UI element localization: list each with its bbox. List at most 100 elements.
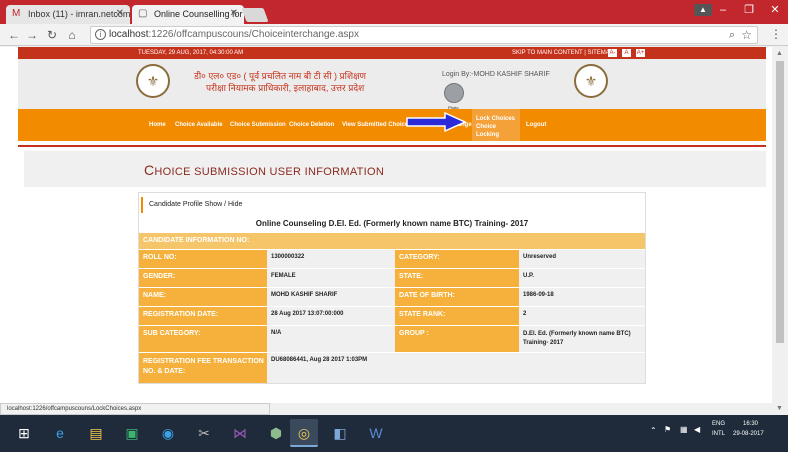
tray-flag-icon[interactable]: ⚑ bbox=[664, 425, 671, 434]
visual-studio-icon[interactable]: ⋈ bbox=[226, 419, 254, 447]
url-path: :1226/offcampuscouns/Choiceinterchange.a… bbox=[148, 29, 359, 40]
tab-online-counselling[interactable]: ▢ Online Counselling for B ✕ bbox=[132, 5, 244, 24]
site-header: ⚜ डी० एल० एड० ( पूर्व प्रचलित नाम बी टी … bbox=[18, 59, 766, 110]
login-info: Login By:-MOHD KASHIF SHARIF bbox=[442, 71, 550, 78]
new-tab-button[interactable] bbox=[241, 8, 269, 22]
file-explorer-icon[interactable]: ▤ bbox=[82, 419, 110, 447]
header-divider bbox=[18, 145, 766, 147]
menu-icon[interactable]: ⋮ bbox=[770, 27, 782, 41]
tray-time[interactable]: 16:30 bbox=[743, 421, 758, 427]
scroll-up-icon[interactable]: ▲ bbox=[776, 50, 783, 57]
zoom-icon[interactable]: ⌕ bbox=[729, 27, 735, 43]
table-row: REGISTRATION FEE TRANSACTION NO. & DATE:… bbox=[139, 353, 645, 383]
field-value: FEMALE bbox=[267, 269, 395, 287]
windows-taskbar: ⊞ e ▤ ▣ ◉ ✂ ⋈ ⬢ ◎ ◧ W ⌃ ⚑ ▦ ◀ ENG INTL 1… bbox=[0, 415, 788, 452]
candidate-info-panel: Candidate Profile Show / Hide Online Cou… bbox=[138, 192, 646, 384]
nav-choice-submission[interactable]: Choice Submission bbox=[230, 109, 286, 141]
nav-choice-available[interactable]: Choice Available bbox=[175, 109, 223, 141]
field-value: 1986-09-18 bbox=[519, 288, 645, 306]
up-emblem-right-icon: ⚜ bbox=[574, 64, 608, 98]
scroll-down-icon[interactable]: ▼ bbox=[776, 405, 783, 412]
tools-icon[interactable]: ✂ bbox=[190, 419, 218, 447]
store-icon[interactable]: ▣ bbox=[118, 419, 146, 447]
nav-view-submitted-choice[interactable]: View Submitted Choice bbox=[342, 109, 408, 141]
table-row: SUB CATEGORY: N/A GROUP : D.El. Ed. (For… bbox=[139, 326, 645, 352]
field-value: Unreserved bbox=[519, 250, 645, 268]
info-table-title: Online Counseling D.El. Ed. (Formerly kn… bbox=[255, 219, 529, 228]
up-emblem-icon: ⚜ bbox=[136, 64, 170, 98]
field-label: DATE OF BIRTH: bbox=[395, 288, 519, 306]
app-icon[interactable]: ◧ bbox=[326, 419, 354, 447]
field-label: REGISTRATION FEE TRANSACTION NO. & DATE: bbox=[139, 353, 267, 383]
page-title-box: CHOICE SUBMISSION USER INFORMATION bbox=[24, 151, 766, 187]
field-label: SUB CATEGORY: bbox=[139, 326, 267, 352]
field-value: 2 bbox=[519, 307, 645, 325]
field-label: GENDER: bbox=[139, 269, 267, 287]
back-icon[interactable]: ← bbox=[6, 27, 22, 43]
field-value: DU68086441, Aug 28 2017 1:03PM bbox=[267, 353, 645, 383]
close-tab-icon[interactable]: ✕ bbox=[230, 8, 238, 19]
table-section-header: CANDIDATE INFORMATION NO: bbox=[139, 233, 645, 249]
font-normal-button[interactable]: A bbox=[622, 49, 631, 57]
field-label: NAME: bbox=[139, 288, 267, 306]
field-value: MOHD KASHIF SHARIF bbox=[267, 288, 395, 306]
field-label: STATE: bbox=[395, 269, 519, 287]
main-nav: Home Choice Available Choice Submission … bbox=[18, 109, 766, 141]
scrollbar-thumb[interactable] bbox=[776, 61, 784, 343]
nav-choice-locking-label[interactable]: Choice Locking bbox=[476, 123, 520, 139]
info-icon[interactable]: i bbox=[95, 29, 106, 40]
field-value: 28 Aug 2017 13:07:00:000 bbox=[267, 307, 395, 325]
page-scrollbar[interactable]: ▲ ▼ bbox=[772, 47, 788, 415]
close-window-icon[interactable]: ✕ bbox=[762, 0, 788, 20]
browser-toolbar: ← → ↻ ⌂ i localhost:1226/offcampuscouns/… bbox=[0, 24, 788, 46]
windows-start-icon[interactable]: ⊞ bbox=[10, 419, 38, 447]
network-app-icon[interactable]: ⬢ bbox=[262, 419, 290, 447]
nav-lock-choices[interactable]: Lock Choices Choice Locking bbox=[472, 109, 520, 141]
skip-links[interactable]: SKIP TO MAIN CONTENT | SITEMAP bbox=[512, 47, 614, 59]
chrome-icon[interactable]: ◎ bbox=[290, 419, 318, 447]
nav-choice-deletion[interactable]: Choice Deletion bbox=[289, 109, 334, 141]
close-tab-icon[interactable]: ✕ bbox=[116, 8, 124, 19]
page-icon: ▢ bbox=[138, 8, 148, 19]
page-title-rest: HOICE SUBMISSION USER INFORMATION bbox=[154, 166, 385, 178]
nav-lock-choices-label: Lock Choices bbox=[476, 116, 516, 122]
home-icon[interactable]: ⌂ bbox=[64, 27, 80, 43]
nav-logout[interactable]: Logout bbox=[526, 109, 546, 141]
tab-inbox[interactable]: M Inbox (11) - imran.netcom ✕ bbox=[6, 5, 130, 24]
tray-date[interactable]: 29-08-2017 bbox=[733, 431, 764, 437]
browser-tab-strip: M Inbox (11) - imran.netcom ✕ ▢ Online C… bbox=[0, 0, 788, 24]
field-label: GROUP : bbox=[395, 326, 519, 352]
word-icon[interactable]: W bbox=[362, 419, 390, 447]
tray-volume-icon[interactable]: ◀ bbox=[694, 425, 700, 434]
field-label: CATEGORY: bbox=[395, 250, 519, 268]
skype-icon[interactable]: ◉ bbox=[154, 419, 182, 447]
tray-network-icon[interactable]: ▦ bbox=[680, 425, 688, 434]
address-bar[interactable]: i localhost:1226/offcampuscouns/Choicein… bbox=[90, 26, 758, 44]
table-row: REGISTRATION DATE: 28 Aug 2017 13:07:00:… bbox=[139, 307, 645, 325]
minimize-icon[interactable]: – bbox=[710, 0, 736, 20]
avatar bbox=[444, 83, 464, 103]
restore-icon[interactable]: ❐ bbox=[736, 0, 762, 20]
font-decrease-button[interactable]: A- bbox=[608, 49, 617, 57]
field-value: U.P. bbox=[519, 269, 645, 287]
tray-up-arrow-icon[interactable]: ⌃ bbox=[650, 426, 657, 435]
field-value: N/A bbox=[267, 326, 395, 352]
header-hindi-subtitle: परीक्षा नियामक प्राधिकारी, इलाहाबाद, उत्… bbox=[206, 83, 365, 93]
forward-icon[interactable]: → bbox=[24, 27, 40, 43]
internet-explorer-icon[interactable]: e bbox=[46, 419, 74, 447]
url-host: localhost bbox=[109, 29, 149, 40]
field-value: 1300000322 bbox=[267, 250, 395, 268]
site-top-strip: TUESDAY, 29 AUG, 2017, 04:30:00 AM SKIP … bbox=[18, 47, 766, 59]
font-increase-button[interactable]: A+ bbox=[636, 49, 645, 57]
page-viewport: TUESDAY, 29 AUG, 2017, 04:30:00 AM SKIP … bbox=[0, 47, 772, 403]
reload-icon[interactable]: ↻ bbox=[44, 27, 60, 43]
candidate-info-heading: CANDIDATE INFORMATION NO: bbox=[139, 233, 645, 249]
bookmark-star-icon[interactable]: ☆ bbox=[741, 27, 752, 43]
profile-toggle-link[interactable]: Candidate Profile Show / Hide bbox=[141, 197, 643, 213]
tray-language[interactable]: ENG bbox=[712, 421, 725, 427]
tray-layout[interactable]: INTL bbox=[712, 431, 725, 437]
field-label: REGISTRATION DATE: bbox=[139, 307, 267, 325]
field-label: ROLL NO: bbox=[139, 250, 267, 268]
nav-home[interactable]: Home bbox=[149, 109, 166, 141]
page-title-cap: C bbox=[144, 162, 155, 178]
